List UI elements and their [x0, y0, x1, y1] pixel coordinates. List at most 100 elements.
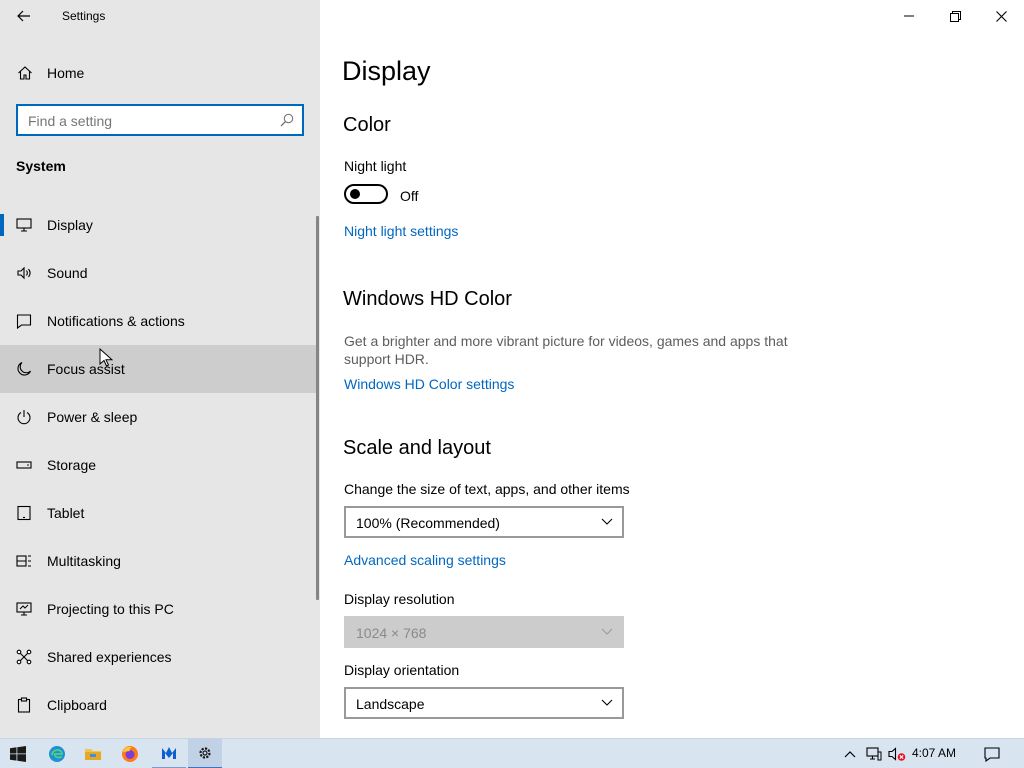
search-icon — [280, 113, 294, 127]
nav-item-sound[interactable]: Sound — [0, 249, 316, 297]
restore-button[interactable] — [932, 0, 978, 32]
speaker-icon — [17, 266, 31, 280]
nav-item-label: Tablet — [47, 505, 85, 521]
notification-icon — [16, 314, 32, 329]
night-light-settings-link[interactable]: Night light settings — [344, 223, 458, 239]
nav-item-shared-experiences[interactable]: Shared experiences — [0, 633, 316, 681]
color-heading: Color — [343, 114, 391, 136]
chevron-down-icon — [601, 699, 613, 706]
network-status[interactable] — [863, 739, 885, 768]
moon-icon — [17, 361, 32, 376]
monitor-icon — [16, 218, 32, 232]
edge-icon — [49, 746, 65, 762]
nav-item-multitasking[interactable]: Multitasking — [0, 537, 316, 585]
nav-item-storage[interactable]: Storage — [0, 441, 316, 489]
firefox-icon — [122, 746, 138, 762]
action-center-icon — [984, 746, 1000, 762]
close-icon — [995, 10, 1007, 22]
nav-item-label: Projecting to this PC — [47, 601, 174, 617]
minimize-button[interactable] — [886, 0, 932, 32]
arrow-left-icon — [17, 10, 30, 22]
nav-home[interactable]: Home — [0, 56, 320, 90]
nav-item-clipboard[interactable]: Clipboard — [0, 681, 316, 729]
search-placeholder: Find a setting — [28, 113, 113, 129]
nav-item-label: Shared experiences — [47, 649, 172, 665]
chevron-down-icon — [601, 628, 613, 635]
orientation-dropdown[interactable]: Landscape — [344, 687, 624, 719]
scale-dropdown[interactable]: 100% (Recommended) — [344, 506, 624, 538]
network-icon — [866, 747, 882, 761]
hdr-description: Get a brighter and more vibrant picture … — [344, 333, 788, 367]
nav-item-label: Display — [47, 217, 93, 233]
hdr-settings-link[interactable]: Windows HD Color settings — [344, 376, 514, 392]
nav-item-notifications[interactable]: Notifications & actions — [0, 297, 316, 345]
close-button[interactable] — [978, 0, 1024, 32]
storage-icon — [16, 461, 32, 469]
nav-item-label: Focus assist — [47, 361, 125, 377]
volume-status[interactable] — [886, 739, 908, 768]
power-icon — [17, 410, 31, 425]
app-title: Settings — [62, 9, 106, 23]
action-center-button[interactable] — [978, 739, 1006, 768]
taskbar-edge[interactable] — [40, 739, 74, 768]
night-light-label: Night light — [344, 158, 407, 174]
clipboard-icon — [17, 697, 31, 713]
resolution-dropdown[interactable]: 1024 × 768 — [344, 616, 624, 648]
minimize-icon — [904, 15, 914, 17]
advanced-scaling-link[interactable]: Advanced scaling settings — [344, 552, 506, 568]
taskbar-firefox[interactable] — [113, 739, 147, 768]
restore-icon — [949, 10, 961, 22]
orientation-label: Display orientation — [344, 662, 460, 678]
show-hidden-icons-button[interactable] — [840, 739, 860, 768]
scale-heading: Scale and layout — [343, 437, 491, 459]
gear-icon — [199, 747, 211, 759]
nav-item-label: Power & sleep — [47, 409, 138, 425]
nav-item-power-sleep[interactable]: Power & sleep — [0, 393, 316, 441]
scale-value: 100% (Recommended) — [356, 515, 500, 531]
chevron-down-icon — [601, 518, 613, 525]
size-label: Change the size of text, apps, and other… — [344, 481, 630, 497]
nav-home-label: Home — [47, 65, 85, 81]
nav-list: Display Sound Notifications & actions Fo… — [0, 201, 316, 729]
section-label: System — [16, 158, 66, 174]
folder-icon — [85, 749, 101, 760]
night-light-state: Off — [400, 188, 419, 204]
night-light-toggle[interactable] — [344, 184, 388, 204]
search-input[interactable]: Find a setting — [16, 104, 304, 136]
projecting-icon — [16, 602, 32, 616]
hdr-heading: Windows HD Color — [343, 288, 512, 310]
page-title: Display — [342, 56, 431, 86]
content-pane: Display Color Night light Off Night ligh… — [320, 0, 1024, 738]
speaker-muted-icon — [888, 747, 906, 761]
nav-item-focus-assist[interactable]: Focus assist — [0, 345, 316, 393]
nav-item-projecting[interactable]: Projecting to this PC — [0, 585, 316, 633]
nav-scrollbar[interactable] — [316, 216, 319, 600]
navigation-pane: Settings Home Find a setting System Disp… — [0, 0, 320, 738]
resolution-label: Display resolution — [344, 591, 455, 607]
nav-item-label: Multitasking — [47, 553, 121, 569]
multitasking-icon — [16, 555, 31, 567]
malwarebytes-icon — [162, 747, 176, 759]
resolution-value: 1024 × 768 — [356, 625, 427, 641]
start-button[interactable] — [0, 739, 36, 768]
home-icon — [18, 66, 32, 80]
clock[interactable]: 4:07 AM — [912, 746, 956, 760]
nav-item-label: Sound — [47, 265, 88, 281]
taskbar-settings[interactable] — [188, 739, 222, 768]
taskbar: 4:07 AM — [0, 738, 1024, 768]
orientation-value: Landscape — [356, 696, 425, 712]
chevron-up-icon — [844, 751, 856, 758]
selection-indicator — [0, 214, 4, 236]
title-bar: Settings — [0, 0, 320, 32]
nav-item-tablet[interactable]: Tablet — [0, 489, 316, 537]
taskbar-file-explorer[interactable] — [76, 739, 110, 768]
nav-item-label: Notifications & actions — [47, 313, 185, 329]
nav-item-label: Clipboard — [47, 697, 107, 713]
back-button[interactable] — [8, 4, 40, 28]
nav-item-display[interactable]: Display — [0, 201, 316, 249]
windows-logo-icon — [10, 746, 26, 762]
toggle-knob — [350, 189, 360, 199]
shared-experiences-icon — [16, 649, 32, 665]
nav-item-label: Storage — [47, 457, 97, 473]
taskbar-malwarebytes[interactable] — [152, 739, 186, 768]
